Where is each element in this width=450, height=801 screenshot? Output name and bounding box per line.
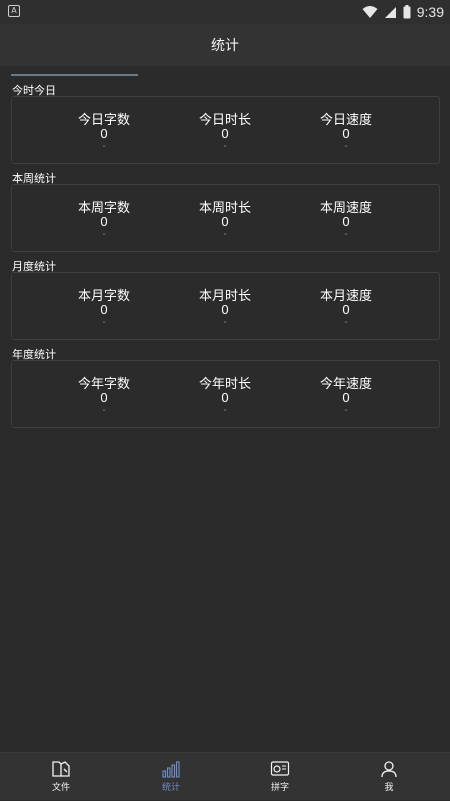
stats-card-year: 今年字数 0 - 今年时长 0 - 今年速度 0 - [11, 360, 440, 428]
stat-sub: - [223, 229, 227, 240]
stat-value: 0 [342, 126, 350, 141]
stat-value: 0 [100, 302, 108, 317]
stat-sub: - [223, 141, 227, 152]
nav-label-files: 文件 [51, 782, 70, 792]
stat-sub: - [344, 141, 348, 152]
nav-label-compose: 拼字 [270, 782, 289, 792]
nav-item-stats[interactable]: 统计 [115, 753, 227, 801]
nav-item-files[interactable]: 文件 [5, 753, 117, 801]
stat-value: 0 [100, 126, 108, 141]
stat-value: 0 [342, 302, 350, 317]
stat-value: 0 [100, 390, 108, 405]
stat-sub: - [223, 405, 227, 416]
nav-item-me[interactable]: 我 [333, 753, 445, 801]
page-title: 统计 [211, 37, 239, 53]
app-bar: 统计 [0, 24, 450, 66]
compose-icon [270, 761, 290, 776]
stat-value: 0 [221, 390, 229, 405]
stat-sub: - [344, 405, 348, 416]
files-icon [52, 761, 70, 777]
stat-sub: - [344, 229, 348, 240]
app-notification-icon: A [8, 5, 20, 17]
status-icons: 9:39 [362, 2, 444, 22]
stat-sub: - [223, 317, 227, 328]
nav-label-stats: 统计 [161, 782, 180, 792]
nav-item-compose[interactable]: 拼字 [224, 753, 336, 801]
nav-label-me: 我 [384, 782, 394, 792]
stat-sub: - [102, 141, 106, 152]
stat-value: 0 [342, 390, 350, 405]
status-bar: A 9:39 [0, 0, 450, 24]
stat-value: 0 [221, 126, 229, 141]
bottom-nav: 文件 统计 拼字 我 [0, 752, 450, 800]
stats-card-week: 本周字数 0 - 本周时长 0 - 本周速度 0 - [11, 184, 440, 252]
stat-value: 0 [100, 214, 108, 229]
stat-sub: - [344, 317, 348, 328]
stats-card-month: 本月字数 0 - 本月时长 0 - 本月速度 0 - [11, 272, 440, 340]
wifi-icon [362, 6, 378, 18]
stats-card-today: 今日字数 0 - 今日时长 0 - 今日速度 0 - [11, 96, 440, 164]
stat-value: 0 [221, 214, 229, 229]
stat-sub: - [102, 317, 106, 328]
stat-sub: - [102, 405, 106, 416]
battery-icon [403, 5, 411, 19]
status-time: 9:39 [416, 4, 444, 20]
stat-value: 0 [221, 302, 229, 317]
stat-value: 0 [342, 214, 350, 229]
person-icon [381, 761, 397, 778]
bar-chart-icon [162, 761, 180, 778]
scroll-indicator [11, 74, 138, 76]
signal-icon [384, 6, 396, 18]
stat-sub: - [102, 229, 106, 240]
